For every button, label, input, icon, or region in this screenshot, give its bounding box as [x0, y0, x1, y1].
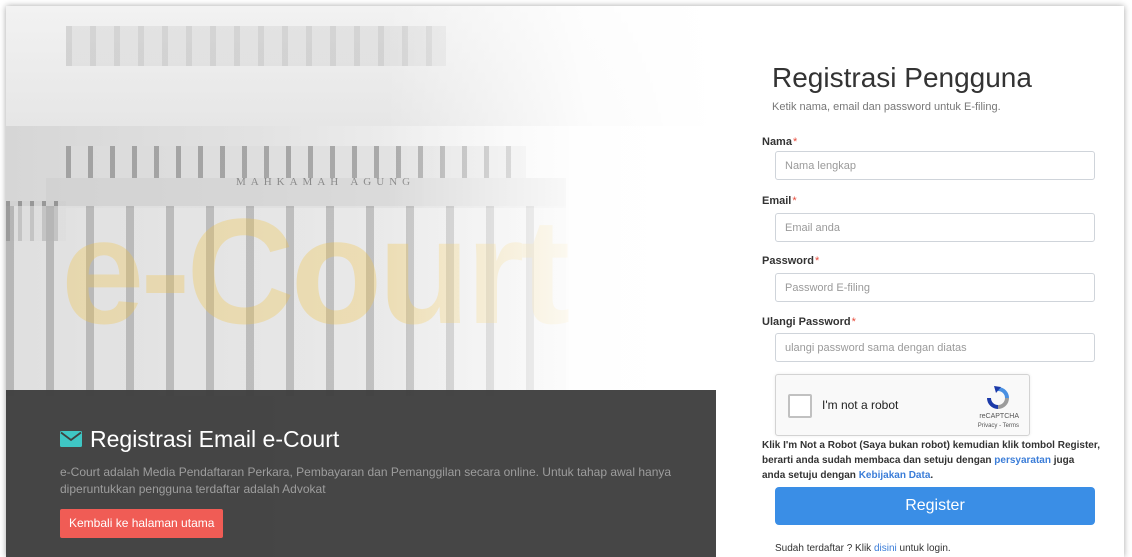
recaptcha-label: I'm not a robot — [822, 398, 899, 412]
login-link[interactable]: disini — [874, 543, 897, 554]
repeat-password-input[interactable] — [775, 333, 1095, 362]
page-frame: MAHKAMAH AGUNG e-Court Registrasi Email … — [6, 6, 1124, 557]
back-to-home-button[interactable]: Kembali ke halaman utama — [60, 509, 224, 538]
email-label-text: Email — [762, 195, 792, 207]
password-input[interactable] — [775, 273, 1095, 302]
register-button[interactable]: Register — [775, 487, 1095, 525]
repeat-password-label: Ulangi Password* — [762, 316, 856, 328]
recaptcha-terms-link[interactable]: Privacy - Terms — [978, 423, 1019, 429]
required-mark: * — [792, 136, 798, 148]
email-label: Email* — [762, 195, 797, 207]
form-subtitle: Ketik nama, email dan password untuk E-f… — [772, 101, 1001, 113]
info-panel: Registrasi Email e-Court e-Court adalah … — [6, 390, 716, 557]
password-label-text: Password — [762, 255, 814, 267]
repeat-password-label-text: Ulangi Password — [762, 316, 851, 328]
nama-label: Nama* — [762, 136, 797, 148]
required-mark: * — [792, 195, 797, 207]
required-mark: * — [851, 316, 856, 328]
envelope-icon — [60, 431, 82, 447]
nama-input[interactable] — [775, 151, 1095, 180]
login-text-after: untuk login. — [896, 543, 951, 554]
recaptcha-icon — [987, 386, 1009, 409]
nama-label-text: Nama — [762, 136, 792, 148]
login-prompt: Sudah terdaftar ? Klik disini untuk logi… — [775, 543, 951, 554]
password-label: Password* — [762, 255, 819, 267]
data-policy-link[interactable]: Kebijakan Data — [859, 470, 931, 481]
terms-link[interactable]: persyaratan — [994, 455, 1051, 466]
terms-notice: Klik I'm Not a Robot (Saya bukan robot) … — [762, 438, 1100, 483]
login-text-before: Sudah terdaftar ? Klik — [775, 543, 874, 554]
info-title-text: Registrasi Email e-Court — [90, 425, 340, 452]
info-description: e-Court adalah Media Pendaftaran Perkara… — [60, 465, 672, 496]
email-input[interactable] — [775, 213, 1095, 242]
hero-section: MAHKAMAH AGUNG e-Court Registrasi Email … — [6, 6, 716, 557]
notice-text-after: . — [930, 470, 934, 481]
recaptcha-brand: reCAPTCHA — [979, 413, 1019, 420]
required-mark: * — [814, 255, 820, 267]
recaptcha-checkbox[interactable] — [788, 394, 812, 418]
info-title: Registrasi Email e-Court — [60, 424, 716, 454]
recaptcha-widget: I'm not a robot reCAPTCHA Privacy - Term… — [775, 374, 1030, 436]
form-title: Registrasi Pengguna — [772, 62, 1032, 93]
registration-form: Registrasi Pengguna Ketik nama, email da… — [760, 6, 1100, 557]
